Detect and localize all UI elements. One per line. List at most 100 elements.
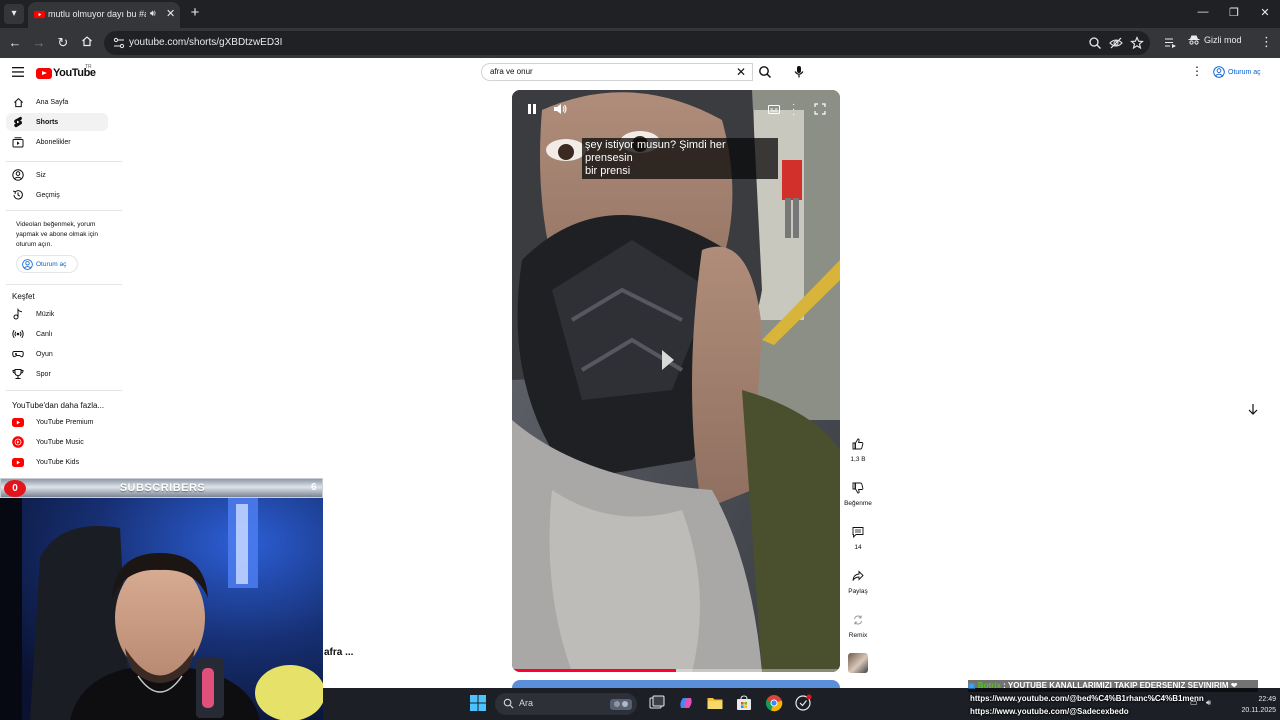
fullscreen-icon[interactable] [814, 103, 826, 115]
share-icon [848, 566, 868, 586]
remix-label: Remix [848, 632, 868, 639]
video-progress-fill [512, 669, 676, 672]
bookmark-star-icon[interactable] [1130, 36, 1144, 50]
hamburger-menu-icon[interactable] [12, 67, 24, 77]
next-short-button[interactable] [1244, 400, 1262, 418]
speaker-icon[interactable]: 🔊︎ [150, 8, 156, 19]
media-controls-icon[interactable] [1163, 36, 1177, 50]
new-tab-button[interactable]: + [188, 4, 202, 21]
sidebar-item-live[interactable]: Canlı [6, 325, 108, 343]
chat-link: https://www.youtube.com/@Sadecexbedo [970, 707, 1129, 716]
task-view-icon[interactable] [648, 694, 666, 712]
search-input[interactable]: afra ve onur ✕ [481, 63, 753, 81]
subscribers-label: SUBSCRIBERS [119, 482, 206, 494]
country-code: TR [85, 64, 92, 70]
reload-button[interactable]: ↻ [54, 34, 72, 52]
like-button[interactable]: 1,3 B [842, 434, 874, 463]
shorts-video-player[interactable]: · · · şey istiyor musun? Şimdi her prenses… [512, 90, 840, 672]
sidebar-item-label: Oyun [36, 350, 53, 358]
incognito-indicator[interactable]: Gizli mod [1188, 34, 1242, 46]
network-icon[interactable]: ▭ [1190, 698, 1198, 707]
signin-prompt-text: Videoları beğenmek, yorum yapmak ve abon… [16, 221, 99, 248]
settings-more-icon[interactable]: ⋮ [1191, 65, 1203, 77]
home-button[interactable] [78, 34, 96, 52]
search-icon [759, 66, 771, 78]
close-window-button[interactable]: ✕ [1256, 6, 1274, 19]
volume-icon[interactable] [552, 102, 568, 116]
search-highlight-icon [610, 699, 632, 710]
sidebar-item-sports[interactable]: Spor [6, 365, 108, 383]
clear-search-icon[interactable]: ✕ [736, 65, 746, 79]
dislike-label: Beğenme [844, 500, 872, 507]
copilot-icon[interactable] [677, 694, 695, 712]
browser-menu-icon[interactable]: ⋮ [1260, 35, 1273, 49]
webcam-image [0, 498, 323, 720]
sidebar-item-shorts[interactable]: Shorts [6, 113, 108, 131]
account-circle-icon [22, 258, 33, 270]
back-button[interactable]: ← [6, 34, 24, 52]
sidebar-item-you[interactable]: Siz [6, 166, 108, 184]
system-clock[interactable]: 22:49 20.11.2025 [1228, 694, 1276, 716]
volume-tray-icon[interactable]: 🔊︎ [1206, 698, 1211, 708]
streamer-webcam [0, 498, 323, 720]
url-text: youtube.com/shorts/gXBDtzwED3I [129, 37, 283, 48]
browser-titlebar: ▾ mutlu olmuyor dayı bu #au 🔊︎ ✕ + — ❐ ✕ [0, 0, 1280, 28]
sidebar-signin-button[interactable]: Oturum aç [16, 255, 78, 273]
sidebar-item-label: Ana Sayfa [36, 98, 69, 106]
comments-button[interactable]: 14 [842, 522, 874, 551]
windows-taskbar: Ara [323, 688, 1280, 720]
signin-button[interactable]: Oturum aç [1213, 64, 1261, 80]
clock-time: 22:49 [1258, 696, 1276, 703]
youtube-header: YouTube TR afra ve onur ✕ ⋮ Oturum aç [0, 58, 1280, 88]
pause-icon[interactable] [526, 102, 538, 116]
thumbs-up-icon [848, 434, 868, 454]
forward-button[interactable]: → [30, 34, 48, 52]
chat-username: Botrix [977, 681, 1001, 690]
zoom-icon[interactable] [1088, 36, 1102, 50]
chrome-icon[interactable] [765, 694, 783, 712]
microsoft-store-icon[interactable] [735, 694, 753, 712]
sidebar-item-subscriptions[interactable]: Abonelikler [6, 133, 108, 151]
sidebar-divider [6, 284, 122, 285]
sound-thumbnail[interactable] [848, 653, 868, 673]
remix-button[interactable]: Remix [842, 610, 874, 639]
sidebar-item-label: Siz [36, 171, 46, 179]
address-bar[interactable]: youtube.com/shorts/gXBDtzwED3I [104, 31, 1150, 55]
search-button[interactable] [754, 63, 778, 81]
incognito-label: Gizli mod [1204, 35, 1242, 45]
sidebar-item-youtube-premium[interactable]: YouTube Premium [6, 413, 108, 431]
tab-search-button[interactable]: ▾ [4, 4, 24, 24]
windows-start-icon[interactable] [469, 694, 487, 712]
gaming-icon [12, 348, 24, 360]
site-info-icon[interactable] [112, 36, 126, 50]
trophy-icon [12, 368, 24, 380]
browser-tab[interactable]: mutlu olmuyor dayı bu #au 🔊︎ ✕ [28, 2, 180, 28]
chat-link: https://www.youtube.com/@bed%C4%B1rhanc%… [970, 694, 1204, 703]
sidebar-item-youtube-music[interactable]: YouTube Music [6, 433, 108, 451]
sidebar-item-youtube-kids[interactable]: YouTube Kids [6, 453, 108, 471]
minimize-button[interactable]: — [1194, 6, 1212, 18]
share-button[interactable]: Paylaş [842, 566, 874, 595]
taskbar-search[interactable]: Ara [495, 693, 637, 715]
eye-off-icon[interactable] [1109, 36, 1123, 50]
video-progress-bar[interactable] [512, 669, 840, 672]
captions-icon[interactable] [768, 105, 780, 114]
voice-search-button[interactable] [790, 63, 808, 81]
youtube-play-icon [36, 67, 52, 79]
remix-icon [848, 610, 868, 630]
sidebar-item-history[interactable]: Geçmiş [6, 186, 108, 204]
tray-chevron-icon[interactable]: ⌃ [1150, 698, 1157, 707]
app-icon[interactable] [794, 694, 812, 712]
video-caption: şey istiyor musun? Şimdi her prensesin b… [582, 138, 778, 179]
tab-close-icon[interactable]: ✕ [166, 7, 175, 20]
file-explorer-icon[interactable] [706, 694, 724, 712]
comment-count: 14 [854, 544, 862, 551]
sidebar-item-home[interactable]: Ana Sayfa [6, 93, 108, 111]
tab-title: mutlu olmuyor dayı bu #au [48, 9, 146, 19]
dislike-button[interactable]: Beğenme [842, 478, 874, 507]
sidebar-item-music[interactable]: Müzik [6, 305, 108, 323]
video-more-icon[interactable]: · · · [792, 100, 798, 120]
comment-icon [848, 522, 868, 542]
restore-button[interactable]: ❐ [1225, 6, 1243, 19]
sidebar-item-gaming[interactable]: Oyun [6, 345, 108, 363]
